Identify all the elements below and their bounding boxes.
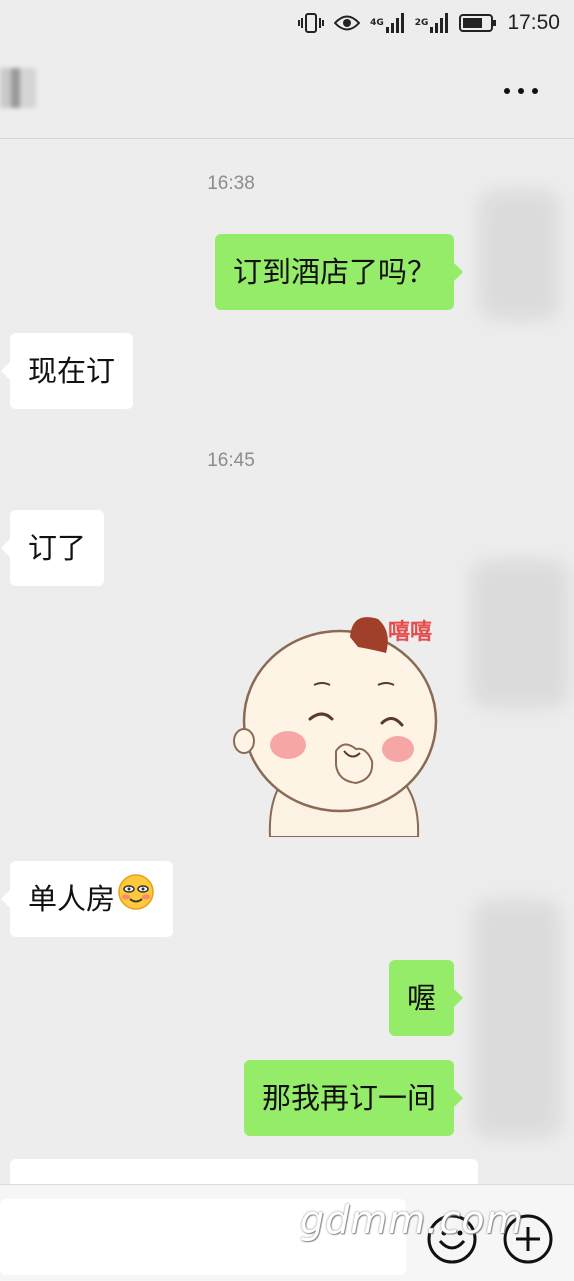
watermark: gdmm.com: [300, 1198, 524, 1242]
signal-2g-icon: 2G: [415, 13, 450, 33]
battery-icon: [459, 13, 497, 33]
avatar[interactable]: [478, 189, 560, 321]
status-bar: 4G 2G 17:50: [0, 0, 574, 46]
message-sent[interactable]: 那我再订一间: [243, 1060, 464, 1136]
eye-icon: [334, 14, 361, 32]
message-received[interactable]: 现在订: [0, 333, 134, 409]
message-received[interactable]: 订了: [0, 510, 105, 586]
message-list[interactable]: 16:38 订到酒店了吗？ 现在订 16:45 订了 嘻嘻 单人房 喔 那我再订…: [0, 139, 574, 1184]
clock: 17:50: [507, 11, 560, 34]
network-2g-label: 2G: [414, 17, 429, 28]
message-sent[interactable]: 喔: [388, 960, 464, 1036]
vibrate-icon: [298, 12, 325, 34]
message-received-partial[interactable]: [10, 1159, 478, 1184]
more-dots-icon[interactable]: [504, 76, 538, 106]
message-received[interactable]: 单人房: [0, 861, 174, 939]
network-4g-label: 4G: [370, 17, 384, 28]
back-title-blurred[interactable]: [0, 68, 36, 108]
baby-sticker[interactable]: 嘻嘻: [232, 601, 460, 838]
message-sent[interactable]: 订到酒店了吗？: [214, 234, 464, 310]
chat-header: [0, 46, 574, 139]
avatar[interactable]: [470, 559, 570, 709]
avatar[interactable]: [472, 899, 562, 1139]
sticker-caption: 嘻嘻: [388, 619, 432, 645]
timestamp: 16:45: [207, 450, 255, 471]
timestamp: 16:38: [207, 173, 255, 194]
smiling-face-emoji: [117, 863, 155, 939]
message-text: 单人房: [28, 882, 116, 916]
signal-4g-icon: 4G: [370, 13, 405, 33]
